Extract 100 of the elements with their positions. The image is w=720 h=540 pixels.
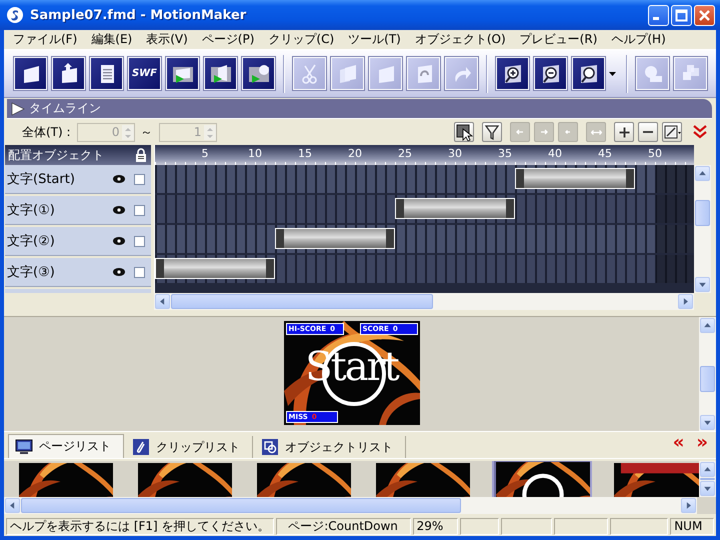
box-icon: [663, 123, 681, 141]
menu-item[interactable]: 編集(E): [84, 30, 140, 49]
horizontal-scrollbar[interactable]: [4, 497, 697, 514]
spinner-icon: [122, 124, 134, 140]
save-button[interactable]: [90, 57, 123, 90]
vertical-scrollbar[interactable]: [699, 317, 716, 431]
ruler-label: 25: [397, 147, 413, 160]
filter-button[interactable]: [482, 122, 502, 142]
paperclip-icon: [132, 438, 150, 456]
menu-item[interactable]: ファイル(F): [6, 30, 84, 49]
objects-icon: [261, 438, 279, 456]
zoom-out-button[interactable]: [534, 57, 567, 90]
clip-bar[interactable]: [395, 198, 515, 219]
remove-button[interactable]: [638, 122, 658, 142]
ruler-label: 30: [447, 147, 463, 160]
new-button[interactable]: [14, 57, 47, 90]
scroll-thumb[interactable]: [700, 366, 715, 392]
horizontal-scrollbar[interactable]: [154, 293, 694, 310]
previous-button[interactable]: «: [672, 434, 684, 452]
play-button[interactable]: [166, 57, 199, 90]
list-tab[interactable]: ページリスト: [8, 434, 124, 458]
object-row[interactable]: 文字(③): [5, 258, 151, 287]
scroll-left-button[interactable]: [5, 498, 20, 513]
ruler-label: 35: [497, 147, 513, 160]
menu-item[interactable]: ページ(P): [194, 30, 262, 49]
object-row[interactable]: 文字(②): [5, 227, 151, 256]
timeline-title: タイムライン: [29, 100, 101, 117]
ruler-label: 5: [200, 147, 210, 160]
maximize-button[interactable]: [671, 4, 692, 26]
open-button[interactable]: [52, 57, 85, 90]
list-tab[interactable]: クリップリスト: [126, 436, 253, 458]
checkbox[interactable]: [134, 266, 145, 278]
close-button[interactable]: [694, 4, 715, 26]
zoom-button[interactable]: [572, 57, 605, 90]
ruler-label: 15: [297, 147, 313, 160]
scroll-thumb[interactable]: [171, 294, 433, 309]
plus-icon: [618, 126, 630, 138]
minus-icon: [643, 131, 653, 133]
scroll-thumb[interactable]: [695, 200, 710, 226]
vertical-scrollbar[interactable]: [699, 461, 716, 497]
object-row[interactable]: 文字(Start): [5, 165, 151, 194]
scroll-right-button[interactable]: [678, 294, 693, 309]
close-icon: [698, 8, 711, 22]
menu-item[interactable]: ツール(T): [341, 30, 408, 49]
object-row[interactable]: 文字(①): [5, 196, 151, 225]
object-name: 文字(Start): [7, 171, 76, 188]
frame-ruler[interactable]: 5 10 15 20 25 30 35 40 45 50: [154, 145, 694, 165]
menu-item[interactable]: プレビュー(R): [512, 30, 604, 49]
play-button[interactable]: [204, 57, 237, 90]
zoom-in-button[interactable]: [496, 57, 529, 90]
scroll-down-button[interactable]: [700, 415, 715, 430]
scroll-left-button[interactable]: [155, 294, 170, 309]
scroll-thumb[interactable]: [21, 498, 461, 513]
menu-item[interactable]: ヘルプ(H): [604, 30, 673, 49]
clip-bar[interactable]: [275, 228, 395, 249]
window-title: Sample07.fmd - MotionMaker: [30, 8, 248, 22]
minimize-button[interactable]: [648, 4, 669, 26]
swf-button[interactable]: SWF: [128, 57, 161, 90]
checkbox[interactable]: [134, 174, 145, 184]
status-message: ヘルプを表示するには [F1] を押してください。: [6, 518, 274, 534]
play-button[interactable]: [242, 57, 275, 90]
dropdown-button[interactable]: [607, 70, 618, 78]
monitor-icon: [15, 438, 33, 456]
menu-item[interactable]: 表示(V): [139, 30, 195, 49]
status-pane: [500, 518, 552, 534]
scroll-down-button[interactable]: [700, 481, 715, 496]
status-pane: [460, 518, 499, 534]
scroll-up-button[interactable]: [695, 166, 710, 181]
ruler-label: 45: [597, 147, 613, 160]
status-pane: [610, 518, 668, 534]
scroll-thumb[interactable]: [700, 478, 715, 480]
clip-bar[interactable]: [155, 258, 275, 279]
list-tab[interactable]: オブジェクトリスト: [255, 436, 406, 458]
clip-bar[interactable]: [515, 168, 635, 189]
add-button[interactable]: [614, 122, 634, 142]
scroll-up-button[interactable]: [700, 318, 715, 333]
menu-item[interactable]: クリップ(C): [261, 30, 342, 49]
object-name: 文字(②): [7, 233, 56, 250]
vertical-scrollbar[interactable]: [694, 165, 711, 293]
minimize-icon: [653, 16, 659, 20]
layout-button[interactable]: [662, 122, 682, 142]
left-arrow-icon: [516, 129, 524, 135]
status-text: NUM: [670, 518, 714, 534]
filter-icon: [483, 123, 501, 141]
timeline-header[interactable]: タイムライン: [7, 99, 712, 119]
menu-item[interactable]: オブジェクト(O): [408, 30, 513, 49]
ruler-label: 50: [647, 147, 663, 160]
ruler-label: 20: [347, 147, 363, 160]
object-name: 文字(③): [7, 264, 56, 281]
scroll-right-button[interactable]: [681, 498, 696, 513]
checkbox[interactable]: [134, 236, 145, 246]
scroll-down-button[interactable]: [695, 277, 710, 292]
cursor-icon: [455, 123, 473, 141]
maximize-icon: [675, 8, 688, 22]
column-title: 配置オブジェクト: [8, 146, 104, 164]
scroll-up-button[interactable]: [700, 462, 715, 477]
checkbox[interactable]: [134, 204, 145, 216]
next-button[interactable]: »: [696, 434, 708, 452]
select-button[interactable]: [454, 122, 474, 142]
status-text: ページ:CountDown: [276, 518, 411, 534]
